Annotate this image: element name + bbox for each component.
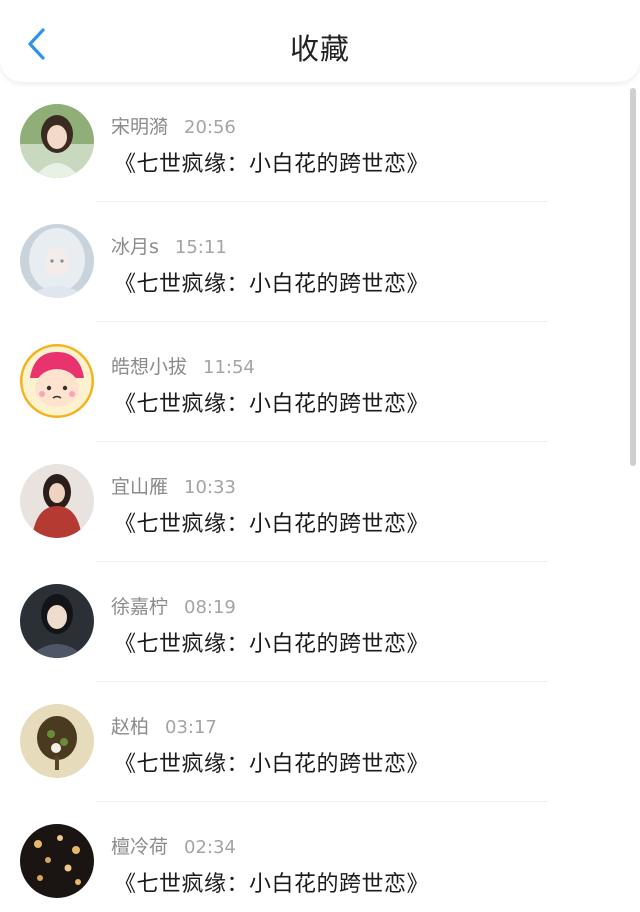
- item-meta: 冰月s 15:11: [111, 232, 227, 258]
- item-meta: 宋明漪 20:56: [111, 112, 236, 138]
- list-item[interactable]: 冰月s 15:11 《七世疯缘：小白花的跨世恋》: [0, 202, 628, 322]
- item-time: 15:11: [174, 237, 227, 258]
- user-name: 皓想小拔: [111, 356, 188, 378]
- item-time: 11:54: [203, 357, 255, 378]
- item-content: 《七世疯缘：小白花的跨世恋》: [114, 272, 430, 297]
- item-content: 《七世疯缘：小白花的跨世恋》: [114, 392, 430, 417]
- item-time: 10:33: [184, 477, 236, 498]
- item-time: 20:56: [184, 117, 236, 138]
- list-item[interactable]: 宜山雁 10:33 《七世疯缘：小白花的跨世恋》: [0, 442, 628, 562]
- avatar[interactable]: [20, 104, 94, 178]
- item-meta: 皓想小拔 11:54: [111, 352, 255, 378]
- list-item[interactable]: 皓想小拔 11:54 《七世疯缘：小白花的跨世恋》: [0, 322, 628, 442]
- list-item[interactable]: 徐嘉柠 08:19 《七世疯缘：小白花的跨世恋》: [0, 562, 628, 682]
- item-content: 《七世疯缘：小白花的跨世恋》: [114, 152, 430, 177]
- item-content: 《七世疯缘：小白花的跨世恋》: [114, 512, 430, 537]
- user-name: 赵柏: [111, 716, 150, 738]
- item-time: 03:17: [165, 717, 217, 738]
- list-item[interactable]: 檀冷荷 02:34 《七世疯缘：小白花的跨世恋》: [0, 802, 628, 912]
- item-content: 《七世疯缘：小白花的跨世恋》: [114, 872, 430, 897]
- list-item[interactable]: 赵柏 03:17 《七世疯缘：小白花的跨世恋》: [0, 682, 628, 802]
- page-title: 收藏: [289, 32, 350, 66]
- user-name: 冰月s: [111, 236, 159, 258]
- avatar[interactable]: [20, 824, 94, 898]
- list-item[interactable]: 宋明漪 20:56 《七世疯缘：小白花的跨世恋》: [0, 82, 628, 202]
- user-name: 宋明漪: [111, 116, 169, 138]
- item-content: 《七世疯缘：小白花的跨世恋》: [114, 632, 430, 657]
- avatar[interactable]: [20, 464, 94, 538]
- item-meta: 徐嘉柠 08:19: [111, 592, 236, 618]
- avatar[interactable]: [20, 344, 94, 418]
- user-name: 宜山雁: [111, 476, 169, 498]
- avatar[interactable]: [20, 704, 94, 778]
- favorites-list: 宋明漪 20:56 《七世疯缘：小白花的跨世恋》 冰月s 15:11 《七世疯缘：小…: [0, 82, 628, 912]
- item-meta: 宜山雁 10:33: [111, 472, 236, 498]
- item-content: 《七世疯缘：小白花的跨世恋》: [114, 752, 430, 777]
- user-name: 檀冷荷: [111, 836, 169, 858]
- item-time: 08:19: [184, 597, 236, 618]
- item-meta: 檀冷荷 02:34: [111, 832, 236, 858]
- top-bar: 收藏: [0, 0, 640, 82]
- user-name: 徐嘉柠: [111, 596, 169, 618]
- item-time: 02:34: [184, 837, 236, 858]
- avatar[interactable]: [20, 584, 94, 658]
- avatar[interactable]: [20, 224, 94, 298]
- scrollbar[interactable]: [630, 88, 636, 466]
- item-meta: 赵柏 03:17: [111, 712, 217, 738]
